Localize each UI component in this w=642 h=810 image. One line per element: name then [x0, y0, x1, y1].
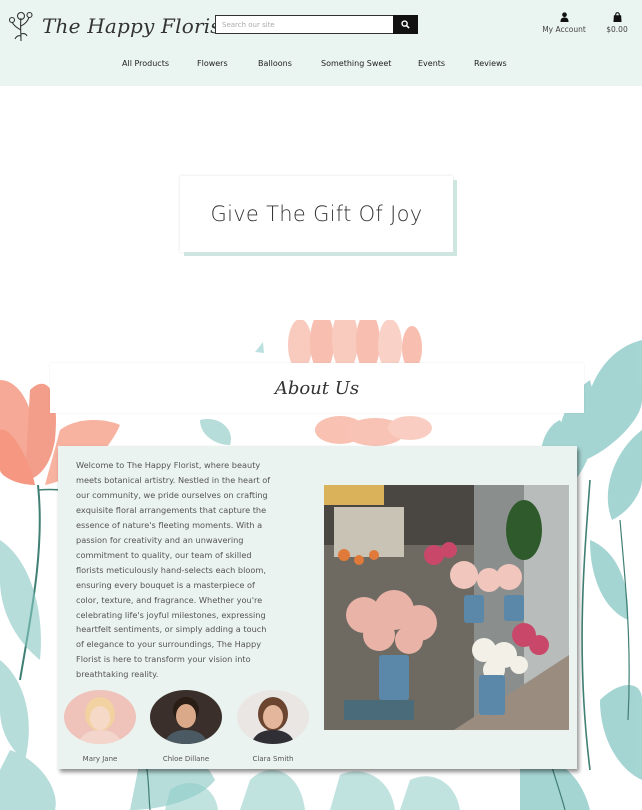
- about-us-heading-box: About Us: [50, 363, 584, 413]
- site-header: The Happy Florist My Account $0.00 All P…: [0, 0, 642, 86]
- nav-item-reviews[interactable]: Reviews: [474, 59, 507, 68]
- user-icon: [559, 12, 569, 22]
- team-avatar-mary-jane: [64, 690, 136, 744]
- shopping-bag-icon: [612, 12, 622, 22]
- nav-item-flowers[interactable]: Flowers: [197, 59, 228, 68]
- team-member: Chloe Dillane: [150, 690, 222, 763]
- team-avatar-chloe-dillane: [150, 690, 222, 744]
- about-line: breathtaking reality.: [76, 669, 159, 680]
- about-line: Welcome to The Happy Florist, where beau…: [76, 460, 261, 470]
- hero-banner: Give The Gift Of Joy: [180, 176, 453, 252]
- about-line: florists meticulously hand-selects each …: [76, 564, 266, 575]
- search-button[interactable]: [393, 15, 418, 34]
- about-line: celebrating life's joyful milestones, ex…: [76, 609, 266, 620]
- search-icon: [401, 20, 410, 29]
- about-line: meets botanical artistry. Nestled in the…: [76, 474, 271, 485]
- team-avatar-clara-smith: [237, 690, 309, 744]
- about-line: exquisite floral arrangements that captu…: [76, 504, 267, 515]
- team-member: Mary Jane: [64, 690, 136, 763]
- about-line: Florist is here to transform your vision…: [76, 654, 251, 665]
- team-name: Chloe Dillane: [162, 755, 210, 763]
- nav-item-balloons[interactable]: Balloons: [258, 59, 292, 68]
- logo-text: The Happy Florist: [42, 14, 230, 38]
- flower-shop-photo: [324, 485, 569, 730]
- about-line: our community, we pride ourselves on cra…: [76, 489, 268, 500]
- hero-title: Give The Gift Of Joy: [210, 202, 423, 226]
- about-line: heartfelt sentiments, or simply adding a…: [76, 624, 267, 635]
- search-input[interactable]: [215, 15, 393, 34]
- account-label: My Account: [542, 25, 586, 34]
- about-us-card: Welcome to The Happy Florist, where beau…: [58, 446, 577, 769]
- florist-logo-icon: [8, 11, 33, 42]
- nav-item-all-products[interactable]: All Products: [122, 59, 169, 68]
- about-line: passion for creativity and an unwavering: [76, 534, 244, 545]
- search-bar: [215, 15, 418, 34]
- about-line: commitment to quality, our team of skill…: [76, 549, 252, 560]
- about-line: ensuring every bouquet is a masterpiece …: [76, 579, 255, 590]
- about-us-paragraph: Welcome to The Happy Florist, where beau…: [76, 458, 301, 682]
- nav-item-something-sweet[interactable]: Something Sweet: [321, 59, 391, 68]
- about-line: color, texture, and fragrance. Whether y…: [76, 594, 263, 605]
- about-line: of elegance to your surroundings, The Ha…: [76, 639, 262, 650]
- my-account-link[interactable]: My Account: [538, 12, 590, 34]
- about-line: essence of nature's fleeting moments. Wi…: [76, 519, 263, 530]
- cart-total: $0.00: [606, 25, 628, 34]
- cart-link[interactable]: $0.00: [602, 12, 632, 34]
- team-name: Mary Jane: [82, 755, 118, 763]
- site-logo[interactable]: The Happy Florist: [8, 10, 229, 42]
- about-us-title: About Us: [274, 377, 360, 399]
- team-name: Clara Smith: [252, 755, 294, 763]
- team-member: Clara Smith: [237, 690, 309, 763]
- nav-item-events[interactable]: Events: [418, 59, 445, 68]
